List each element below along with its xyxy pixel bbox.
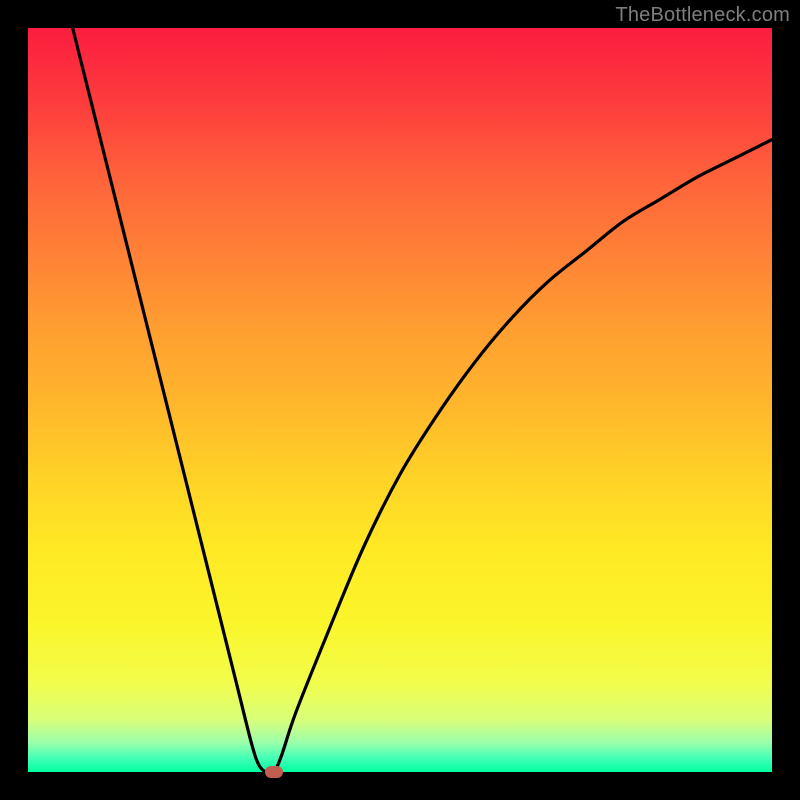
optimal-point-marker xyxy=(265,766,283,778)
curve-svg xyxy=(28,28,772,772)
plot-area xyxy=(28,28,772,772)
chart-frame: TheBottleneck.com xyxy=(0,0,800,800)
bottleneck-curve xyxy=(73,28,772,772)
watermark-text: TheBottleneck.com xyxy=(615,4,790,27)
